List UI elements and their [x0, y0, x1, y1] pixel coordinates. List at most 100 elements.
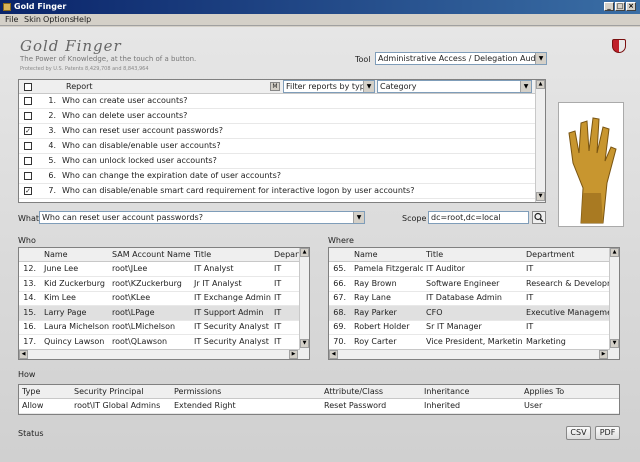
who-row-sam: root\LMichelson — [112, 322, 176, 331]
where-col-title[interactable]: Title — [423, 248, 523, 261]
how-col-type[interactable]: Type — [19, 385, 71, 398]
report-number: 1. — [48, 96, 56, 105]
where-row-num: 67. — [333, 293, 346, 302]
who-row-dept: IT — [274, 322, 282, 331]
tool-select[interactable]: Administrative Access / Delegation Audit… — [375, 52, 547, 65]
how-col-permissions[interactable]: Permissions — [171, 385, 321, 398]
table-row[interactable]: 70. Roy Carter Vice President, Marketing Ma… — [329, 335, 610, 350]
who-row-num: 15. — [23, 307, 36, 317]
menu-options[interactable]: Options — [43, 15, 74, 24]
minimize-button[interactable]: _ — [604, 2, 614, 11]
scroll-up-icon[interactable]: ▲ — [536, 80, 545, 89]
report-checkbox[interactable] — [24, 172, 32, 180]
chevron-down-icon[interactable]: ▼ — [535, 53, 546, 64]
scroll-up-icon[interactable]: ▲ — [610, 248, 619, 257]
chevron-down-icon[interactable]: ▼ — [363, 81, 374, 92]
where-scrollbar[interactable]: ▲ ▼ — [609, 248, 619, 359]
report-number: 7. — [48, 186, 56, 195]
table-row[interactable]: Allow root\IT Global Admins Extended Rig… — [19, 399, 619, 414]
who-row-name: Larry Page — [44, 307, 87, 317]
tool-label: Tool — [355, 55, 371, 64]
menu-help[interactable]: Help — [73, 15, 91, 24]
where-hscrollbar[interactable]: ◀ ▶ — [329, 349, 610, 359]
who-row-num: 12. — [23, 264, 36, 273]
report-row[interactable]: 5. Who can unlock locked user accounts? — [19, 154, 536, 169]
report-number: 4. — [48, 141, 56, 150]
where-row-title: Vice President, Marketing — [426, 336, 523, 346]
scope-input[interactable]: dc=root,dc=local — [428, 211, 529, 224]
scroll-left-icon[interactable]: ◀ — [329, 350, 338, 359]
table-row[interactable]: 15. Larry Page root\LPage IT Support Admin I… — [19, 305, 300, 321]
reports-scrollbar[interactable]: ▲ ▼ — [535, 80, 545, 202]
scroll-down-icon[interactable]: ▼ — [300, 339, 309, 348]
scroll-left-icon[interactable]: ◀ — [19, 350, 28, 359]
category-select[interactable]: Category ▼ — [377, 80, 532, 93]
what-label: What — [18, 214, 40, 223]
table-row[interactable]: 67. Ray Lane IT Database Admin IT — [329, 291, 610, 306]
scroll-up-icon[interactable]: ▲ — [300, 248, 309, 257]
who-col-title[interactable]: Title — [191, 248, 271, 261]
where-row-dept: Marketing — [526, 336, 566, 346]
report-checkbox[interactable] — [24, 112, 32, 120]
where-row-name: Roy Carter — [354, 336, 397, 346]
report-number: 2. — [48, 111, 56, 120]
how-label: How — [18, 370, 36, 379]
who-col-sam[interactable]: SAM Account Name — [109, 248, 191, 261]
filter-type-select[interactable]: Filter reports by type ▼ — [283, 80, 375, 93]
report-row[interactable]: ✓ 7. Who can disable/enable smart card req… — [19, 184, 536, 199]
report-text: Who can create user accounts? — [62, 96, 188, 105]
report-row[interactable]: 1. Who can create user accounts? — [19, 94, 536, 109]
maximize-button[interactable]: □ — [615, 2, 625, 11]
report-row[interactable]: 6. Who can change the expiration date of … — [19, 169, 536, 184]
table-row[interactable]: 13. Kid Zuckerburg root\KZuckerburg Jr IT A… — [19, 277, 300, 292]
who-scrollbar[interactable]: ▲ ▼ — [299, 248, 309, 359]
report-row[interactable]: ✓ 3. Who can reset user account passwords? — [19, 124, 536, 139]
status-label: Status — [18, 429, 44, 438]
scroll-right-icon[interactable]: ▶ — [289, 350, 298, 359]
where-col-name[interactable]: Name — [351, 248, 423, 261]
where-col-dept[interactable]: Department — [523, 248, 610, 261]
chevron-down-icon[interactable]: ▼ — [353, 212, 364, 223]
how-col-attribute[interactable]: Attribute/Class — [321, 385, 421, 398]
table-row[interactable]: 66. Ray Brown Software Engineer Research & … — [329, 277, 610, 292]
report-checkbox[interactable]: ✓ — [24, 187, 32, 195]
scroll-down-icon[interactable]: ▼ — [610, 339, 619, 348]
who-col-name[interactable]: Name — [41, 248, 109, 261]
select-all-checkbox[interactable] — [24, 83, 32, 91]
how-col-inheritance[interactable]: Inheritance — [421, 385, 521, 398]
who-col-dept[interactable]: Departm — [271, 248, 301, 261]
table-row[interactable]: 12. June Lee root\JLee IT Analyst IT — [19, 262, 300, 277]
how-permissions: Extended Right — [174, 401, 236, 410]
how-col-applies[interactable]: Applies To — [521, 385, 619, 398]
report-row[interactable]: 4. Who can disable/enable user accounts? — [19, 139, 536, 154]
who-row-dept: IT — [274, 307, 282, 317]
report-text: Who can reset user account passwords? — [62, 126, 223, 135]
report-checkbox[interactable]: ✓ — [24, 127, 32, 135]
menu-file[interactable]: File — [5, 15, 18, 24]
where-row-title: IT Auditor — [426, 264, 465, 273]
chevron-down-icon[interactable]: ▼ — [520, 81, 531, 92]
table-row[interactable]: 17. Quincy Lawson root\QLawson IT Security … — [19, 335, 300, 350]
csv-button[interactable]: CSV — [566, 426, 591, 440]
who-hscrollbar[interactable]: ◀ ▶ — [19, 349, 300, 359]
reports-panel: Report M Filter reports by type ▼ Catego… — [18, 79, 546, 203]
scroll-right-icon[interactable]: ▶ — [599, 350, 608, 359]
table-row[interactable]: 69. Robert Holder Sr IT Manager IT — [329, 320, 610, 335]
who-row-num: 13. — [23, 278, 36, 288]
close-button[interactable]: × — [626, 2, 636, 11]
search-button[interactable] — [532, 211, 546, 224]
table-row[interactable]: 65. Pamela Fitzgerald IT Auditor IT — [329, 262, 610, 277]
pdf-button[interactable]: PDF — [595, 426, 620, 440]
scroll-down-icon[interactable]: ▼ — [536, 192, 545, 201]
how-col-principal[interactable]: Security Principal — [71, 385, 171, 398]
report-checkbox[interactable] — [24, 157, 32, 165]
what-select[interactable]: Who can reset user account passwords? ▼ — [39, 211, 365, 224]
menu-skin[interactable]: Skin — [24, 15, 41, 24]
report-row[interactable]: 2. Who can delete user accounts? — [19, 109, 536, 124]
table-row[interactable]: 16. Laura Michelson root\LMichelson IT Secu… — [19, 320, 300, 335]
m-button[interactable]: M — [270, 82, 280, 91]
report-checkbox[interactable] — [24, 142, 32, 150]
table-row[interactable]: 68. Ray Parker CFO Executive Managemen — [329, 305, 610, 321]
report-checkbox[interactable] — [24, 97, 32, 105]
table-row[interactable]: 14. Kim Lee root\KLee IT Exchange Admin IT — [19, 291, 300, 306]
